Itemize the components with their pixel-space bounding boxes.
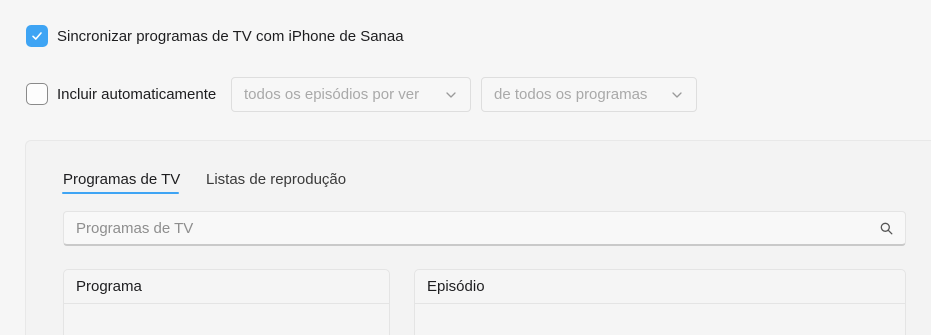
episodes-select[interactable]: todos os episódios por ver — [231, 77, 471, 112]
program-column: Programa — [63, 269, 390, 335]
auto-include-checkbox[interactable] — [26, 83, 48, 105]
tab-playlists[interactable]: Listas de reprodução — [206, 171, 346, 188]
search-icon[interactable] — [880, 222, 893, 235]
programs-select-value: de todos os programas — [494, 86, 648, 103]
programs-select[interactable]: de todos os programas — [481, 77, 697, 112]
content-panel: Programas de TV Listas de reprodução Pro… — [25, 140, 931, 335]
search-field[interactable]: Programas de TV — [63, 211, 906, 246]
episodes-select-value: todos os episódios por ver — [244, 86, 420, 103]
chevron-down-icon — [446, 91, 456, 98]
tab-tv-programs[interactable]: Programas de TV — [63, 171, 180, 188]
checkmark-icon — [32, 32, 42, 40]
sync-row: Sincronizar programas de TV com iPhone d… — [26, 25, 404, 47]
sync-checkbox[interactable] — [26, 25, 48, 47]
sync-label: Sincronizar programas de TV com iPhone d… — [57, 27, 404, 45]
chevron-down-icon — [672, 91, 682, 98]
auto-include-label: Incluir automaticamente — [57, 85, 217, 103]
program-column-header[interactable]: Programa — [64, 270, 389, 304]
auto-include-row: Incluir automaticamente — [26, 83, 216, 105]
active-tab-indicator — [62, 192, 179, 194]
episode-column-header[interactable]: Episódio — [415, 270, 905, 304]
search-placeholder: Programas de TV — [76, 219, 194, 237]
episode-column: Episódio — [414, 269, 906, 335]
